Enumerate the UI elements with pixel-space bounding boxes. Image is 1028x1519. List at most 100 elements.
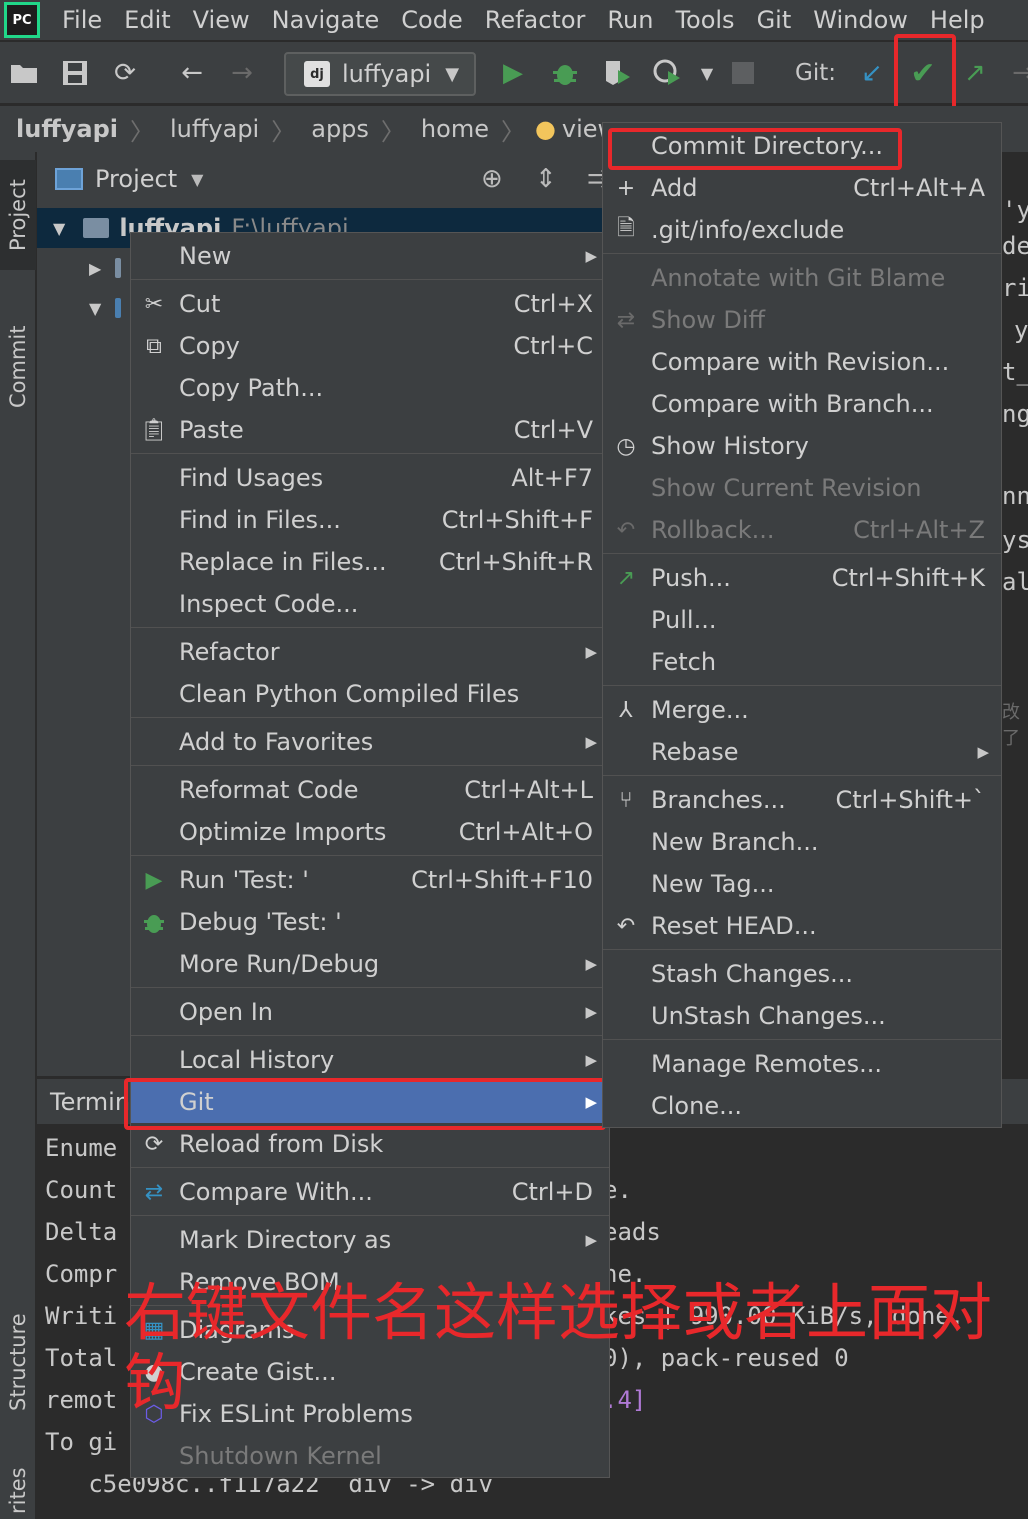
menu-item-merge[interactable]: ⅄ Merge... — [603, 689, 1001, 731]
debug-icon[interactable] — [548, 56, 582, 90]
debug-icon — [139, 907, 169, 937]
menu-tools[interactable]: Tools — [675, 6, 734, 34]
open-folder-icon[interactable] — [8, 56, 42, 90]
menu-item-show-current-revision[interactable]: Show Current Revision — [603, 467, 1001, 509]
menu-item-shutdown-kernel[interactable]: Shutdown Kernel — [131, 1435, 609, 1477]
project-panel-title[interactable]: Project — [95, 165, 177, 193]
commit-tool-tab[interactable]: Commit — [0, 312, 36, 422]
menu-edit[interactable]: Edit — [124, 6, 170, 34]
menu-item-find-in-files[interactable]: Find in Files... Ctrl+Shift+F — [131, 499, 609, 541]
menu-item-annotate-git-blame[interactable]: Annotate with Git Blame — [603, 257, 1001, 299]
locate-icon[interactable]: ⊕ — [481, 164, 503, 194]
back-icon[interactable]: ← — [175, 56, 209, 90]
git-submenu: Commit Directory... + Add Ctrl+Alt+A 🗎︎ .gi… — [602, 122, 1002, 1128]
menu-item-copy[interactable]: ⧉ Copy Ctrl+C — [131, 325, 609, 367]
save-icon[interactable] — [58, 56, 92, 90]
menu-item-push[interactable]: ↗ Push... Ctrl+Shift+K — [603, 557, 1001, 599]
sync-icon[interactable]: ⟳ — [108, 56, 142, 90]
menu-navigate[interactable]: Navigate — [272, 6, 380, 34]
menu-item-shortcut: Ctrl+Shift+R — [438, 548, 593, 576]
menu-file[interactable]: File — [62, 6, 102, 34]
menu-item-unstash-changes[interactable]: UnStash Changes... — [603, 995, 1001, 1037]
menu-item-clone[interactable]: Clone... — [603, 1085, 1001, 1127]
menu-item-git-exclude[interactable]: 🗎︎ .git/info/exclude — [603, 209, 1001, 251]
menu-item-git-add[interactable]: + Add Ctrl+Alt+A — [603, 167, 1001, 209]
menu-item-inspect-code[interactable]: Inspect Code... — [131, 583, 609, 625]
git-push-icon[interactable]: ↗ — [958, 56, 992, 90]
menu-item-pull[interactable]: Pull... — [603, 599, 1001, 641]
tree-row[interactable]: ▼ — [37, 288, 122, 328]
menu-item-reset-head[interactable]: ↶ Reset HEAD... — [603, 905, 1001, 947]
collapse-all-icon[interactable]: ⇕ — [535, 164, 557, 194]
tree-row[interactable]: ▶ — [37, 248, 122, 288]
run-configuration-select[interactable]: dj luffyapi ▼ — [284, 52, 476, 96]
menu-item-manage-remotes[interactable]: Manage Remotes... — [603, 1043, 1001, 1085]
menu-git[interactable]: Git — [757, 6, 792, 34]
chevron-down-icon[interactable]: ▼ — [191, 170, 203, 189]
menu-item-stash-changes[interactable]: Stash Changes... — [603, 953, 1001, 995]
menu-item-rollback[interactable]: ↶ Rollback... Ctrl+Alt+Z — [603, 509, 1001, 551]
breadcrumb-home[interactable]: home — [421, 115, 489, 143]
git-history-icon[interactable]: → — [1006, 56, 1028, 90]
menu-item-compare-with[interactable]: ⇄ Compare With... Ctrl+D — [131, 1171, 609, 1213]
menu-item-rebase[interactable]: Rebase ▶ — [603, 731, 1001, 773]
menu-item-reformat-code[interactable]: Reformat Code Ctrl+Alt+L — [131, 769, 609, 811]
folder-icon — [83, 218, 110, 238]
menu-item-clean-python-compiled[interactable]: Clean Python Compiled Files — [131, 673, 609, 715]
menu-item-show-diff[interactable]: ⇄ Show Diff — [603, 299, 1001, 341]
menu-item-new-branch[interactable]: New Branch... — [603, 821, 1001, 863]
menu-item-open-in[interactable]: Open In ▶ — [131, 991, 609, 1033]
menu-item-refactor[interactable]: Refactor ▶ — [131, 631, 609, 673]
menu-item-add-to-favorites[interactable]: Add to Favorites ▶ — [131, 721, 609, 763]
favorites-tool-tab[interactable]: rites — [0, 1462, 36, 1519]
breadcrumb-project[interactable]: luffyapi — [16, 115, 118, 143]
menu-item-label: Find Usages — [179, 464, 324, 492]
terminal-tab[interactable]: Termin — [50, 1088, 130, 1116]
menu-help[interactable]: Help — [930, 6, 985, 34]
menu-item-debug-test[interactable]: Debug 'Test: ' — [131, 901, 609, 943]
menu-item-label: Paste — [179, 416, 244, 444]
structure-tool-tab[interactable]: Structure — [0, 1292, 36, 1432]
menu-item-label: New Tag... — [651, 870, 775, 898]
menu-item-label: UnStash Changes... — [651, 1002, 886, 1030]
menu-item-local-history[interactable]: Local History ▶ — [131, 1039, 609, 1081]
chevron-down-icon[interactable]: ▼ — [53, 219, 65, 238]
more-run-chevron-icon[interactable]: ▼ — [690, 56, 724, 90]
menu-code[interactable]: Code — [401, 6, 462, 34]
git-update-icon[interactable]: ↙ — [855, 56, 889, 90]
coverage-icon[interactable] — [600, 56, 634, 90]
chevron-right-icon: 〉 — [271, 117, 296, 146]
run-icon[interactable]: ▶ — [496, 56, 530, 90]
forward-icon[interactable]: → — [225, 56, 259, 90]
menu-item-paste[interactable]: 📋︎ Paste Ctrl+V — [131, 409, 609, 451]
menu-item-new[interactable]: New ▶ — [131, 235, 609, 277]
menu-item-replace-in-files[interactable]: Replace in Files... Ctrl+Shift+R — [131, 541, 609, 583]
menu-item-new-tag[interactable]: New Tag... — [603, 863, 1001, 905]
menu-item-shortcut: Ctrl+C — [513, 332, 593, 360]
profile-icon[interactable] — [650, 56, 684, 90]
menu-item-run-test[interactable]: ▶ Run 'Test: ' Ctrl+Shift+F10 — [131, 859, 609, 901]
menu-refactor[interactable]: Refactor — [485, 6, 586, 34]
menu-view[interactable]: View — [193, 6, 250, 34]
menu-item-label: Show Current Revision — [651, 474, 922, 502]
menu-item-cut[interactable]: ✂ Cut Ctrl+X — [131, 283, 609, 325]
menu-run[interactable]: Run — [607, 6, 653, 34]
breadcrumb-apps[interactable]: apps — [311, 115, 369, 143]
menu-item-shortcut: Ctrl+X — [513, 290, 593, 318]
breadcrumb-package[interactable]: luffyapi — [170, 115, 259, 143]
menu-item-fetch[interactable]: Fetch — [603, 641, 1001, 683]
menu-item-branches[interactable]: ⑂ Branches... Ctrl+Shift+` — [603, 779, 1001, 821]
menu-item-compare-with-branch[interactable]: Compare with Branch... — [603, 383, 1001, 425]
menu-item-mark-directory-as[interactable]: Mark Directory as ▶ — [131, 1219, 609, 1261]
menu-item-show-history[interactable]: ◷ Show History — [603, 425, 1001, 467]
menu-item-compare-with-revision[interactable]: Compare with Revision... — [603, 341, 1001, 383]
menu-item-more-run-debug[interactable]: More Run/Debug ▶ — [131, 943, 609, 985]
chevron-down-icon[interactable]: ▼ — [89, 299, 101, 318]
menu-window[interactable]: Window — [813, 6, 908, 34]
stop-icon[interactable] — [726, 56, 760, 90]
menu-item-copy-path[interactable]: Copy Path... — [131, 367, 609, 409]
menu-item-find-usages[interactable]: Find Usages Alt+F7 — [131, 457, 609, 499]
project-tool-tab[interactable]: Project — [0, 160, 36, 270]
menu-item-optimize-imports[interactable]: Optimize Imports Ctrl+Alt+O — [131, 811, 609, 853]
chevron-right-icon[interactable]: ▶ — [89, 259, 101, 278]
